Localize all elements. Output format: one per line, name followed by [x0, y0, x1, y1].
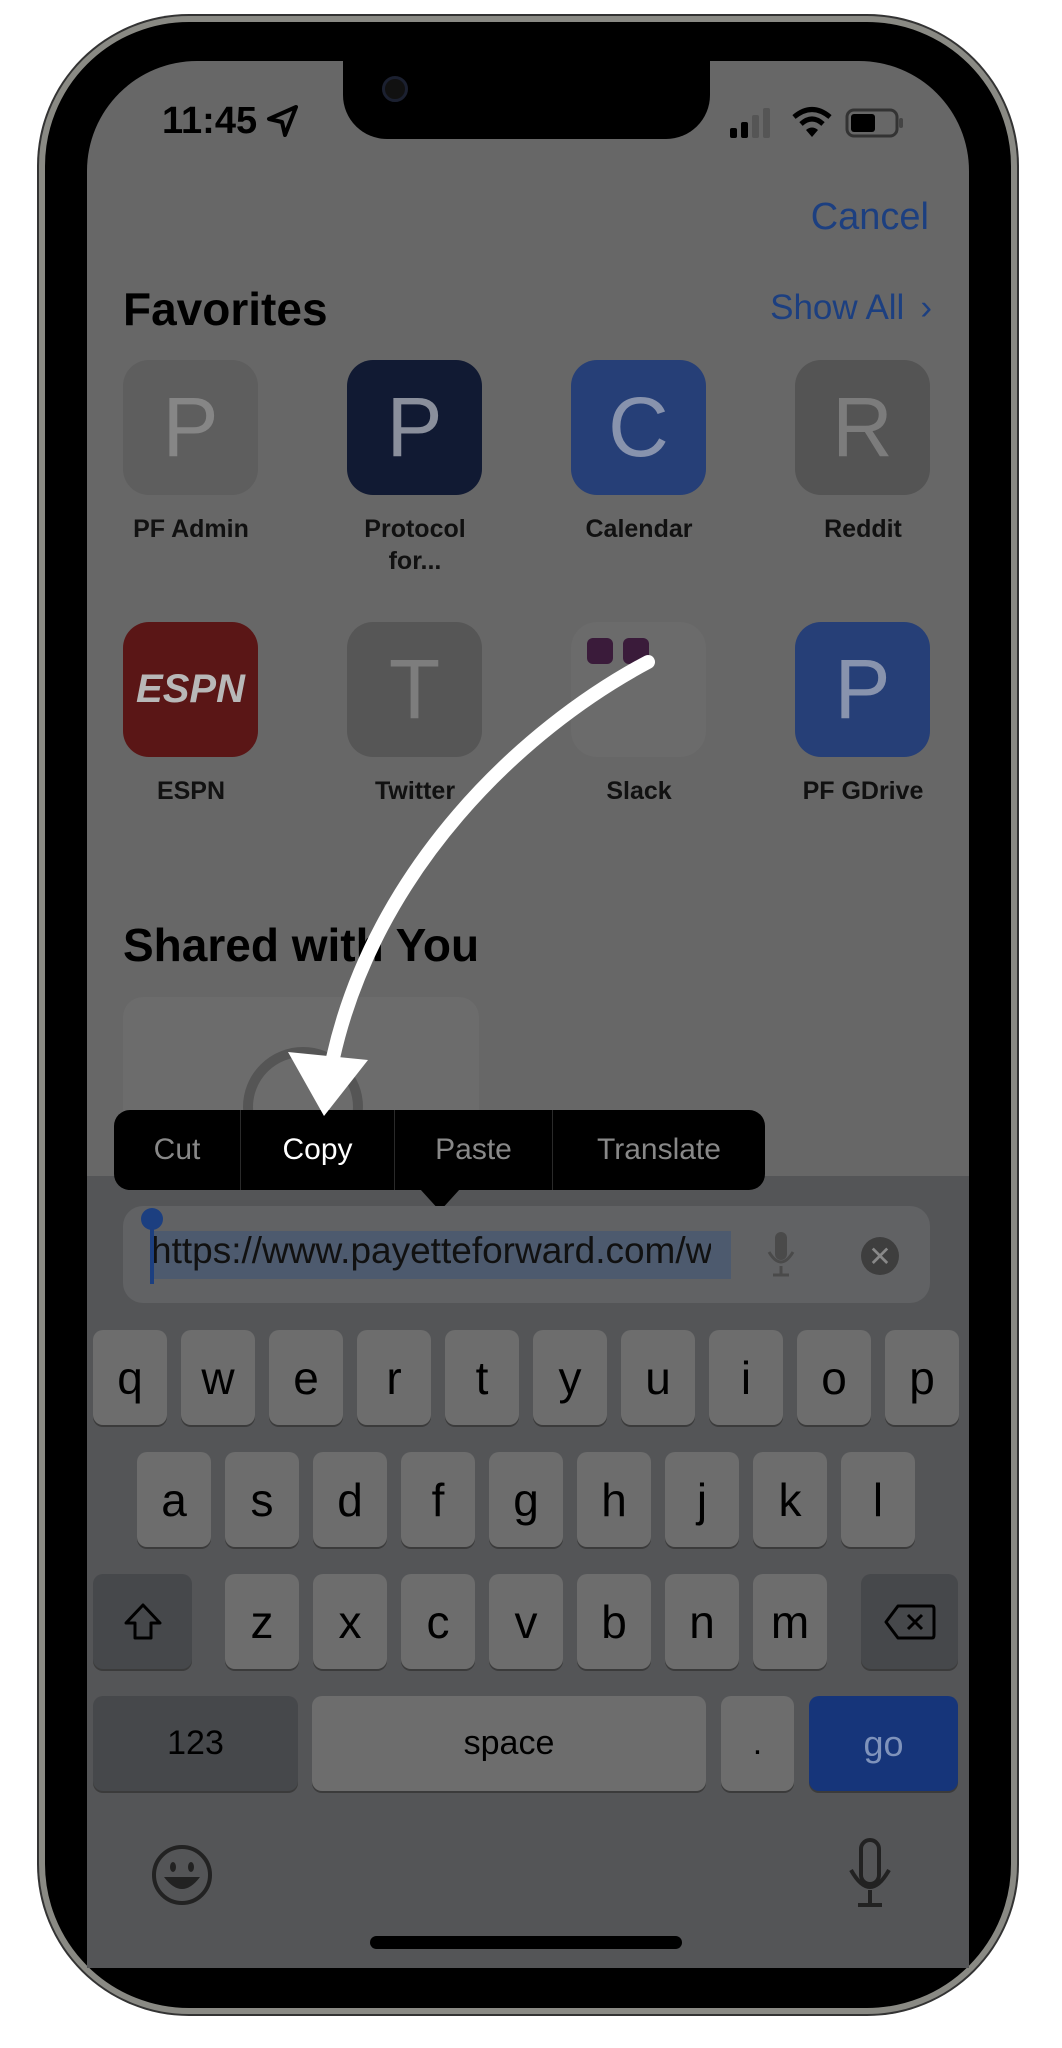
key-h[interactable]: h — [577, 1452, 651, 1547]
location-arrow-icon — [267, 105, 298, 137]
favorite-icon[interactable]: P — [347, 360, 482, 495]
key-y[interactable]: y — [533, 1330, 607, 1425]
key-k[interactable]: k — [753, 1452, 827, 1547]
key-l[interactable]: l — [841, 1452, 915, 1547]
slack-icon — [587, 638, 613, 664]
url-input[interactable]: https://www.payetteforward.com/w — [151, 1230, 711, 1272]
key-a[interactable]: a — [137, 1452, 211, 1547]
emoji-icon[interactable] — [150, 1843, 214, 1907]
label-line: Protocol — [364, 515, 466, 543]
key-f[interactable]: f — [401, 1452, 475, 1547]
chevron-right-icon: › — [920, 288, 932, 327]
shift-icon — [124, 1603, 161, 1639]
favorite-icon[interactable]: C — [571, 360, 706, 495]
key-c[interactable]: c — [401, 1574, 475, 1669]
dictation-icon[interactable] — [848, 1838, 892, 1910]
favorite-label: Reddit — [763, 513, 963, 545]
go-key[interactable]: go — [809, 1696, 958, 1791]
key-b[interactable]: b — [577, 1574, 651, 1669]
key-d[interactable]: d — [313, 1452, 387, 1547]
clear-icon[interactable]: ✕ — [861, 1237, 899, 1275]
key-x[interactable]: x — [313, 1574, 387, 1669]
favorite-label: Twitter — [315, 775, 515, 807]
status-time: 11:45 — [162, 100, 258, 142]
key-m[interactable]: m — [753, 1574, 827, 1669]
wifi-icon — [792, 107, 832, 137]
shift-key[interactable] — [93, 1574, 192, 1669]
label-line: Slack — [606, 777, 672, 805]
label-line: ESPN — [156, 777, 226, 805]
backspace-key[interactable] — [861, 1574, 958, 1669]
url-field[interactable]: https://www.payetteforward.com/w ✕ — [123, 1206, 930, 1303]
menu-copy[interactable]: Copy — [241, 1110, 395, 1190]
selection-handle-knob[interactable] — [141, 1208, 163, 1230]
key-i[interactable]: i — [709, 1330, 783, 1425]
menu-cut[interactable]: Cut — [114, 1110, 241, 1190]
space-key[interactable]: space — [312, 1696, 706, 1791]
favorite-icon[interactable] — [571, 622, 706, 757]
key-j[interactable]: j — [665, 1452, 739, 1547]
camera — [382, 76, 408, 102]
label-line: for... — [388, 547, 442, 575]
show-all-label: Show All — [770, 288, 905, 327]
edit-menu: Cut Copy Paste Translate — [114, 1110, 765, 1190]
favorite-icon[interactable]: P — [795, 622, 930, 757]
menu-translate[interactable]: Translate — [553, 1110, 765, 1190]
key-u[interactable]: u — [621, 1330, 695, 1425]
menu-paste[interactable]: Paste — [395, 1110, 553, 1190]
favorite-label: Calendar — [539, 513, 739, 545]
slack-icon — [623, 638, 649, 664]
key-s[interactable]: s — [225, 1452, 299, 1547]
favorite-icon[interactable]: T — [347, 622, 482, 757]
label-line: Reddit — [824, 515, 902, 543]
key-w[interactable]: w — [181, 1330, 255, 1425]
label-line: Twitter — [374, 777, 456, 805]
favorite-label: PF Admin — [91, 513, 291, 545]
label-line: PF GDrive — [802, 777, 924, 805]
battery-icon — [845, 108, 903, 138]
favorite-label: PF GDrive — [763, 775, 963, 807]
key-g[interactable]: g — [489, 1452, 563, 1547]
selection-handle[interactable] — [150, 1228, 154, 1284]
signal-icon — [730, 108, 770, 138]
favorite-icon[interactable]: ESPN — [123, 622, 258, 757]
key-e[interactable]: e — [269, 1330, 343, 1425]
key-v[interactable]: v — [489, 1574, 563, 1669]
cancel-button[interactable]: Cancel — [811, 196, 929, 239]
key-r[interactable]: r — [357, 1330, 431, 1425]
key-p[interactable]: p — [885, 1330, 959, 1425]
key-o[interactable]: o — [797, 1330, 871, 1425]
label-line: PF Admin — [133, 515, 249, 543]
favorite-icon[interactable]: R — [795, 360, 930, 495]
microphone-icon[interactable] — [766, 1232, 796, 1278]
key-q[interactable]: q — [93, 1330, 167, 1425]
home-indicator — [370, 1936, 682, 1949]
label-line: Calendar — [585, 515, 693, 543]
favorite-label: Protocol for... — [315, 513, 515, 577]
numbers-key[interactable]: 123 — [93, 1696, 298, 1791]
favorite-label: ESPN — [91, 775, 291, 807]
show-all-link[interactable]: Show All › — [770, 288, 932, 328]
shared-title: Shared with You — [123, 919, 480, 971]
key-z[interactable]: z — [225, 1574, 299, 1669]
favorite-label: Slack — [539, 775, 739, 807]
backspace-icon — [884, 1604, 935, 1639]
favorite-icon[interactable]: P — [123, 360, 258, 495]
key-n[interactable]: n — [665, 1574, 739, 1669]
favorites-title: Favorites — [123, 283, 328, 335]
period-key[interactable]: . — [721, 1696, 794, 1791]
key-t[interactable]: t — [445, 1330, 519, 1425]
